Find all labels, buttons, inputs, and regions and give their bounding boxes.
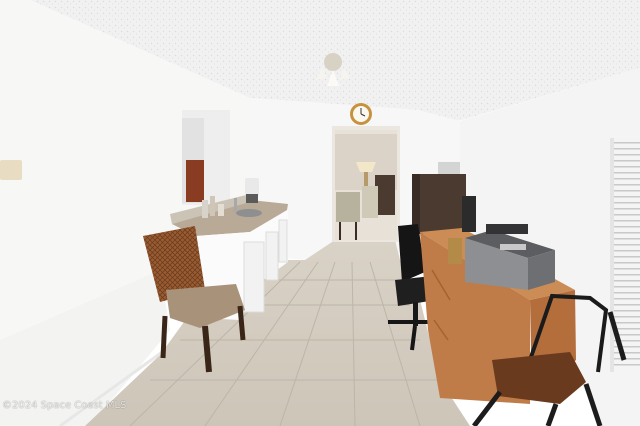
window-frame <box>610 138 614 372</box>
bar-sink <box>236 209 262 217</box>
dark-armoire <box>412 174 466 234</box>
dining-chair-left <box>336 192 360 222</box>
desk-organizer <box>448 238 462 264</box>
armoire-top-item <box>438 162 460 174</box>
listing-photo: ©2024 Space Coast MLS <box>0 0 640 426</box>
printer-tray <box>486 224 528 234</box>
cabinet-door-left <box>243 241 265 313</box>
niche-cabinet <box>186 160 204 202</box>
printer-panel <box>500 244 526 250</box>
cabinet-door-right <box>278 219 288 263</box>
room-scene <box>0 0 640 426</box>
wall-clock <box>350 103 372 125</box>
chair-seat-wood <box>492 352 586 404</box>
blender <box>245 178 259 203</box>
watermark-text: ©2024 Space Coast MLS <box>2 400 127 411</box>
sink-faucet <box>234 198 237 212</box>
cabinet-door-mid <box>265 231 279 281</box>
computer-monitor <box>462 196 476 232</box>
wall-sconce <box>0 160 22 180</box>
dining-chair-right <box>362 186 378 218</box>
